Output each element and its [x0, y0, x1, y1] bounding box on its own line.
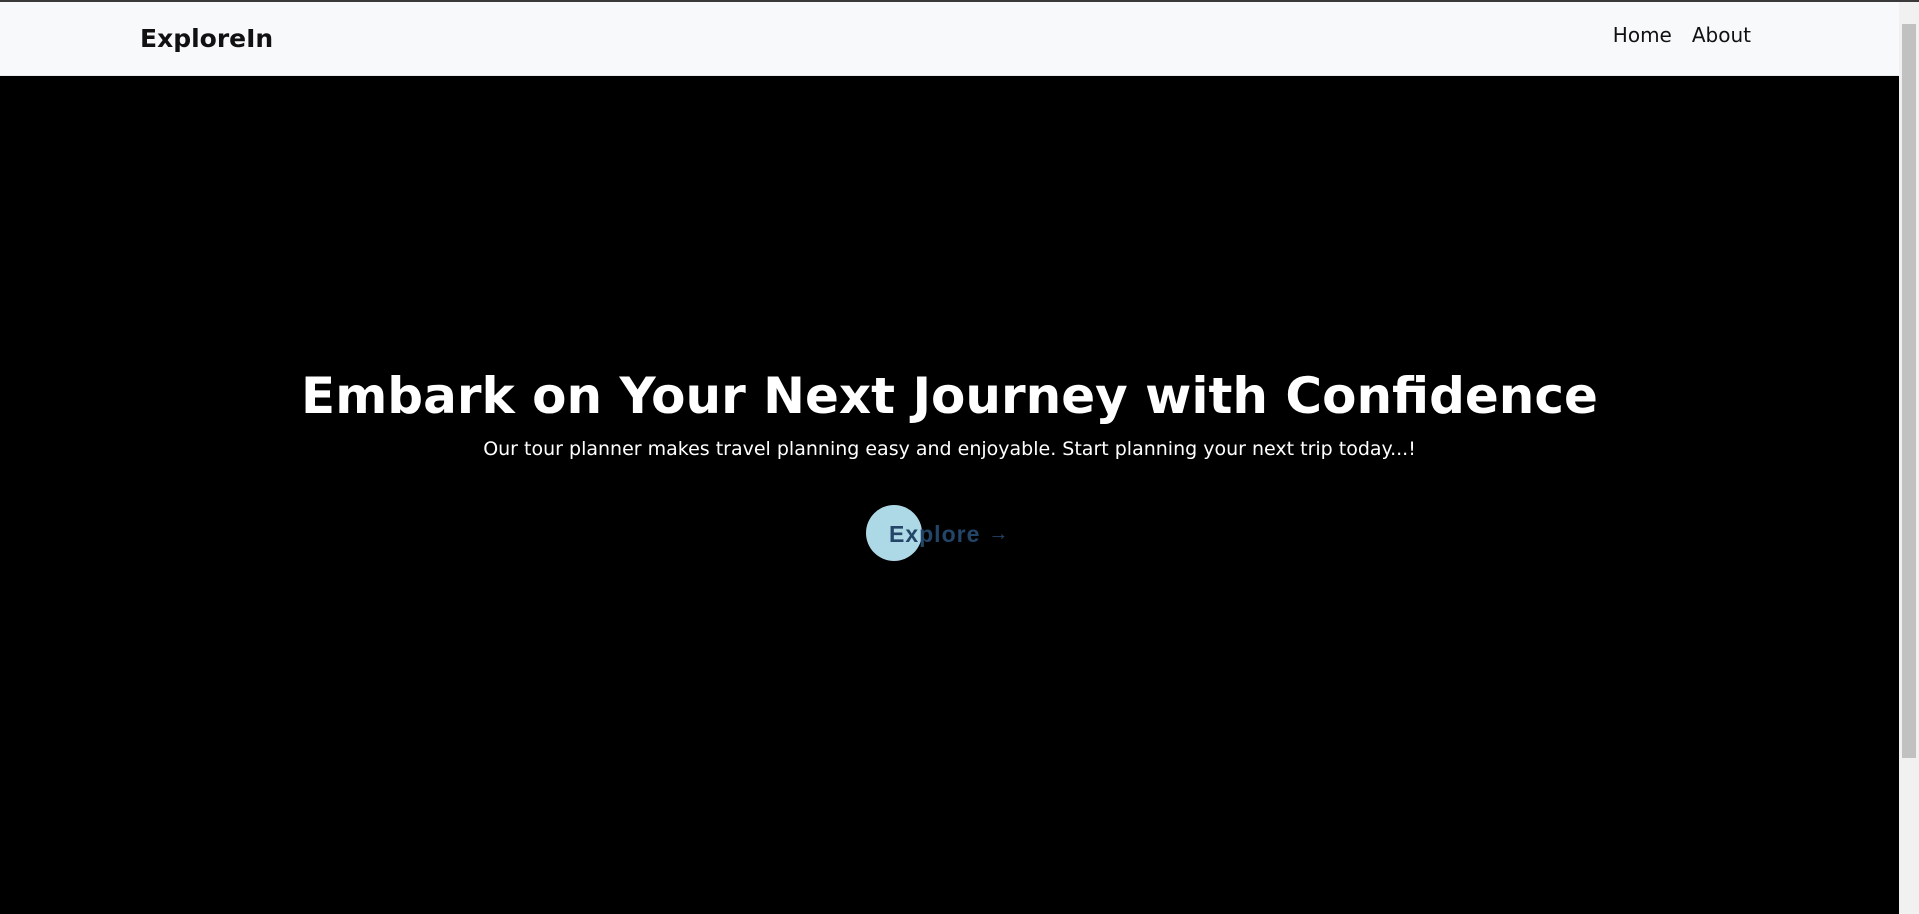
arrow-right-icon: →	[988, 522, 1009, 545]
hero-subtitle: Our tour planner makes travel planning e…	[483, 438, 1416, 460]
nav-links: Home About	[1613, 23, 1751, 47]
explore-button[interactable]: Explore →	[866, 505, 1008, 563]
nav-link-home[interactable]: Home	[1613, 23, 1672, 47]
hero-section: Embark on Your Next Journey with Confide…	[0, 76, 1899, 914]
nav-link-about[interactable]: About	[1692, 23, 1751, 47]
hero-title: Embark on Your Next Journey with Confide…	[301, 367, 1598, 425]
vertical-scrollbar[interactable]	[1899, 2, 1919, 914]
explore-button-label: Explore	[889, 520, 981, 547]
navbar: ExploreIn Home About	[0, 2, 1899, 76]
scrollbar-thumb[interactable]	[1902, 24, 1916, 758]
brand-logo[interactable]: ExploreIn	[140, 24, 273, 53]
